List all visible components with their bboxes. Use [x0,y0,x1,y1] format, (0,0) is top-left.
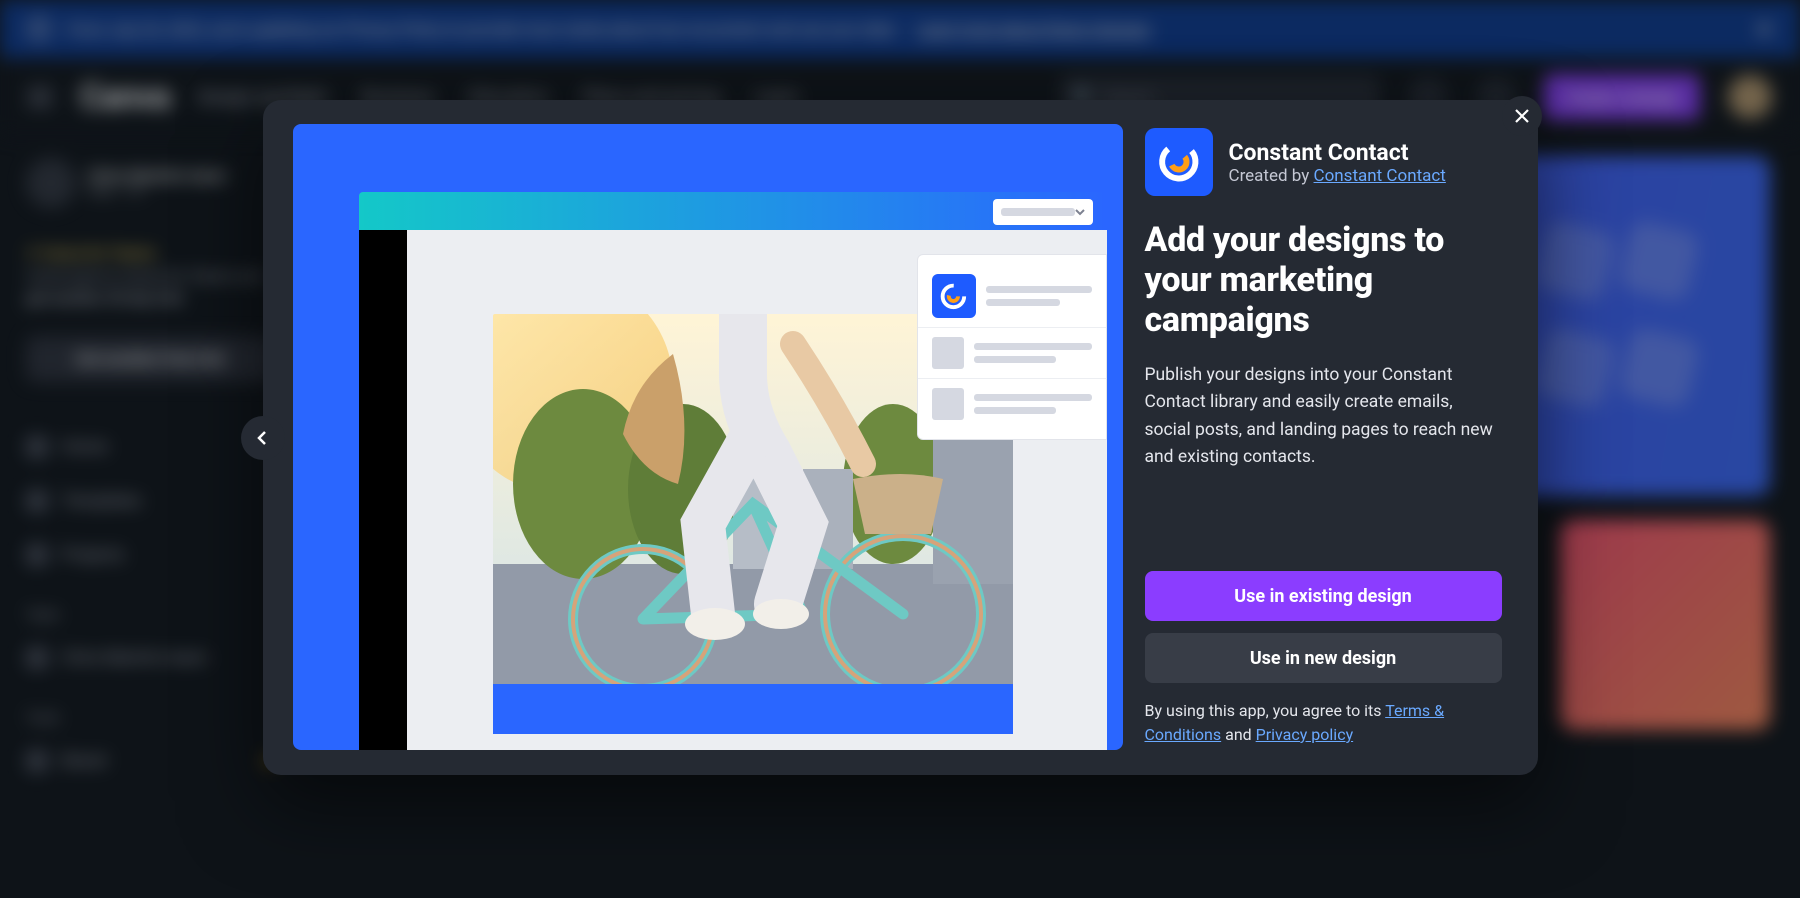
app-icon [1145,128,1213,196]
app-title: Constant Contact [1229,139,1446,166]
use-existing-design-button[interactable]: Use in existing design [1145,571,1502,621]
app-headline: Add your designs to your marketing campa… [1145,220,1502,340]
close-icon [1514,108,1530,124]
use-new-design-button[interactable]: Use in new design [1145,633,1502,683]
app-description: Publish your designs into your Constant … [1145,362,1502,471]
modal-overlay: Constant Contact Created by Constant Con… [0,0,1800,898]
creator-link[interactable]: Constant Contact [1314,166,1446,186]
close-button[interactable] [1502,96,1542,136]
app-header: Constant Contact Created by Constant Con… [1145,128,1502,196]
constant-contact-icon [1155,138,1203,186]
prev-slide-button[interactable] [241,416,285,460]
chevron-down-icon [1075,207,1085,217]
app-details-modal: Constant Contact Created by Constant Con… [263,100,1538,775]
privacy-link[interactable]: Privacy policy [1256,725,1354,744]
modal-info-panel: Constant Contact Created by Constant Con… [1123,100,1538,775]
chevron-left-icon [255,430,271,446]
preview-left-rail [359,230,407,750]
preview-caption-bar [493,684,1013,734]
app-creator: Created by Constant Contact [1229,166,1446,186]
legal-text: By using this app, you agree to its Term… [1145,699,1502,747]
preview-side-panel [917,254,1107,440]
app-preview-image [293,124,1123,750]
constant-contact-icon [932,274,976,318]
preview-dropdown [993,199,1093,225]
